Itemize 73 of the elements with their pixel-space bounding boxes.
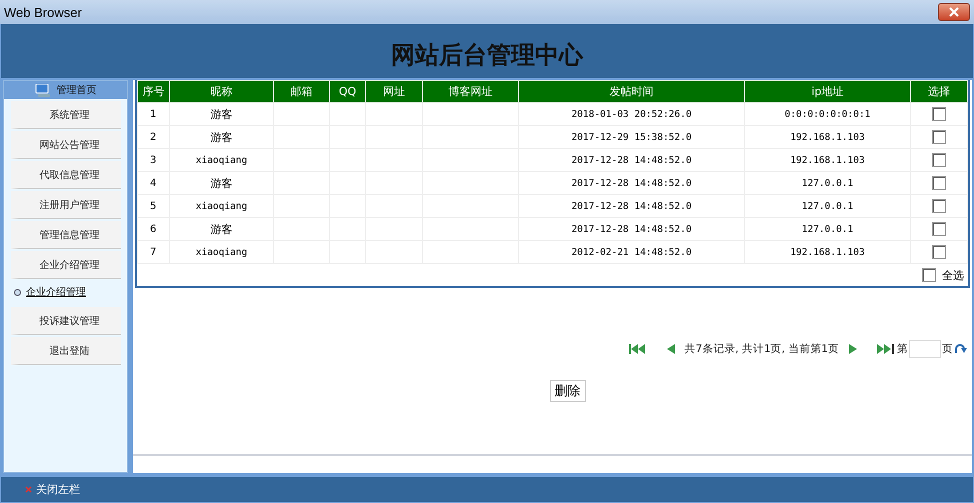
previous-page-icon[interactable] xyxy=(666,344,675,354)
table-cell: 192.168.1.103 xyxy=(744,148,910,172)
sidebar-item[interactable]: 系统管理 xyxy=(10,101,120,129)
column-header: QQ xyxy=(330,80,366,102)
table-cell: 2017-12-28 14:48:52.0 xyxy=(518,172,744,194)
table-cell: 2017-12-28 14:48:52.0 xyxy=(518,194,744,218)
table-cell: 游客 xyxy=(170,126,274,148)
table-cell: xiaoqiang xyxy=(170,148,274,172)
table-cell: 127.0.0.1 xyxy=(744,218,910,240)
row-checkbox[interactable] xyxy=(932,199,946,213)
first-page-icon[interactable] xyxy=(628,344,647,354)
column-header: 发帖时间 xyxy=(518,80,744,102)
close-icon xyxy=(25,486,32,493)
column-header: 序号 xyxy=(138,80,170,102)
close-icon xyxy=(949,7,959,17)
table-cell: xiaoqiang xyxy=(170,240,274,264)
table-cell: 4 xyxy=(138,172,170,194)
table-cell: 6 xyxy=(138,218,170,240)
row-checkbox[interactable] xyxy=(932,107,946,121)
go-icon[interactable] xyxy=(954,344,968,354)
column-header: 网址 xyxy=(366,80,422,102)
bullet-icon xyxy=(14,288,21,296)
table-cell: 127.0.0.1 xyxy=(744,172,910,194)
sidebar-item[interactable]: 投诉建议管理 xyxy=(10,307,120,335)
sidebar-item[interactable]: 代取信息管理 xyxy=(10,161,120,189)
sidebar-item[interactable]: 管理信息管理 xyxy=(10,221,120,249)
row-checkbox[interactable] xyxy=(932,222,946,236)
sidebar-item[interactable]: 网站公告管理 xyxy=(10,131,120,159)
row-checkbox[interactable] xyxy=(932,130,946,144)
close-button[interactable] xyxy=(938,3,970,21)
table-cell: 1 xyxy=(138,102,170,126)
table-cell: 2017-12-29 15:38:52.0 xyxy=(518,126,744,148)
table-cell: 游客 xyxy=(170,218,274,240)
table-cell: 2 xyxy=(138,126,170,148)
table-cell: 192.168.1.103 xyxy=(744,126,910,148)
sidebar-item[interactable]: 注册用户管理 xyxy=(10,191,120,219)
table-cell: 0:0:0:0:0:0:0:1 xyxy=(744,102,910,126)
column-header: ip地址 xyxy=(744,80,910,102)
table-cell: 192.168.1.103 xyxy=(744,240,910,264)
table-cell: 3 xyxy=(138,148,170,172)
table-cell: 2012-02-21 14:48:52.0 xyxy=(518,240,744,264)
sidebar-item[interactable]: 企业介绍管理 xyxy=(10,251,120,279)
record-summary: 共7条记录, 共计1页, 当前第1页 xyxy=(684,342,839,356)
table-cell: xiaoqiang xyxy=(170,194,274,218)
column-header: 邮箱 xyxy=(274,80,330,102)
select-all-label: 全选 xyxy=(942,268,964,282)
table-cell: 5 xyxy=(138,194,170,218)
page-suffix: 页 xyxy=(942,342,953,356)
row-checkbox[interactable] xyxy=(932,153,946,167)
select-all-checkbox[interactable] xyxy=(922,268,936,282)
row-checkbox[interactable] xyxy=(932,176,946,190)
sidebar-item[interactable]: 退出登陆 xyxy=(10,337,120,365)
table-cell: 7 xyxy=(138,240,170,264)
table-cell: 游客 xyxy=(170,102,274,126)
computer-icon xyxy=(34,84,50,96)
column-header: 博客网址 xyxy=(422,80,518,102)
table-cell: 2017-12-28 14:48:52.0 xyxy=(518,148,744,172)
page-input[interactable] xyxy=(909,340,941,358)
close-sidebar-link[interactable]: 关闭左栏 xyxy=(36,482,80,497)
column-header: 昵称 xyxy=(170,80,274,102)
last-page-icon[interactable] xyxy=(877,344,895,354)
table-cell: 127.0.0.1 xyxy=(744,194,910,218)
column-header: 选择 xyxy=(910,80,968,102)
delete-button[interactable]: 删除 xyxy=(550,380,586,402)
page-prefix: 第 xyxy=(897,342,908,356)
site-title: 网站后台管理中心 xyxy=(391,39,583,71)
window-title: Web Browser xyxy=(4,4,82,20)
table-cell: 2017-12-28 14:48:52.0 xyxy=(518,218,744,240)
next-page-icon[interactable] xyxy=(849,344,857,354)
table-cell: 2018-01-03 20:52:26.0 xyxy=(518,102,744,126)
row-checkbox[interactable] xyxy=(932,245,946,259)
table-cell: 游客 xyxy=(170,172,274,194)
sidebar-item[interactable]: 企业介绍管理 xyxy=(26,285,86,299)
